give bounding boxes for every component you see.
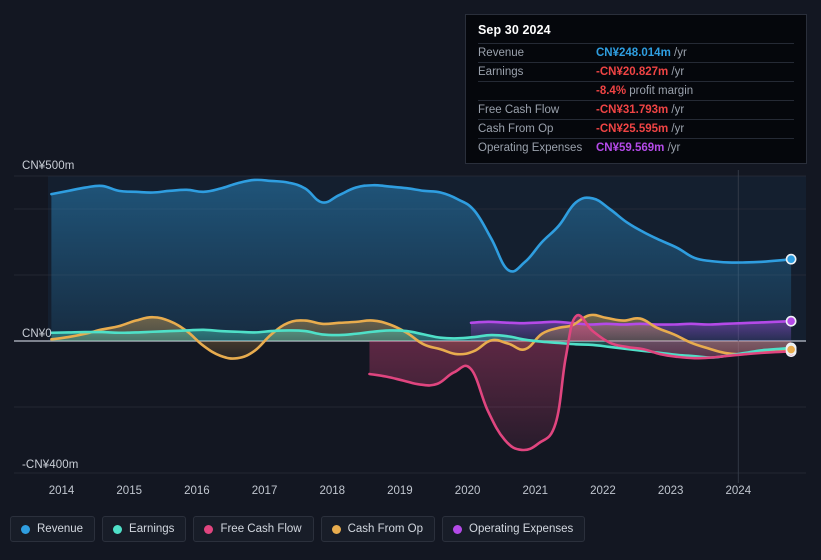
- tooltip-row-unit: /yr: [664, 142, 681, 154]
- endpoint-marker-operating-expenses[interactable]: [785, 315, 797, 327]
- legend-item-cash-from-op[interactable]: Cash From Op: [320, 516, 436, 542]
- legend-item-label: Earnings: [129, 523, 175, 535]
- tooltip-row: -8.4% profit margin: [478, 81, 794, 100]
- x-axis: 2014 2015 2016 2017 2018 2019 2020 2021 2022 2023…: [0, 485, 821, 505]
- legend-item-earnings[interactable]: Earnings: [102, 516, 187, 542]
- y-axis-label-zero: CN¥0: [22, 328, 52, 340]
- tooltip-row-number: -CN¥20.827m: [596, 66, 669, 78]
- tooltip-row-label: Free Cash Flow: [478, 104, 560, 116]
- endpoint-marker-cash-from-op[interactable]: [785, 344, 797, 355]
- tooltip-row-value: -8.4% profit margin: [596, 85, 693, 97]
- tooltip-row-value: -CN¥25.595m /yr: [596, 123, 684, 135]
- chart-legend: Revenue Earnings Free Cash Flow Cash From O…: [10, 516, 586, 542]
- endpoint-marker-revenue[interactable]: [785, 253, 797, 265]
- tooltip-row-value: -CN¥20.827m /yr: [596, 66, 684, 78]
- tooltip-row-value: -CN¥31.793m /yr: [596, 104, 684, 116]
- legend-color-dot-icon: [204, 524, 214, 534]
- y-axis-label-min: -CN¥400m: [22, 459, 79, 471]
- legend-item-label: Cash From Op: [347, 523, 424, 535]
- tooltip-date: Sep 30 2024: [478, 23, 551, 37]
- tooltip-row-number: CN¥248.014m: [596, 47, 671, 59]
- x-axis-tick-2019: 2019: [387, 485, 413, 497]
- x-axis-tick-2014: 2014: [48, 485, 75, 497]
- legend-item-label: Free Cash Flow: [220, 523, 302, 535]
- x-axis-tick-2016: 2016: [184, 485, 210, 497]
- chart-page: CN¥500m CN¥0 -CN¥400m 2014 2015 2016 2017 20…: [0, 0, 821, 560]
- x-axis-tick-2018: 2018: [319, 485, 346, 497]
- data-tooltip: Sep 30 2024 Revenue CN¥248.014m /yr Earnin…: [465, 14, 807, 164]
- x-axis-tick-2022: 2022: [590, 485, 616, 497]
- tooltip-row-unit: /yr: [668, 123, 685, 135]
- legend-color-dot-icon: [21, 524, 30, 534]
- x-axis-tick-2021: 2021: [522, 485, 549, 497]
- legend-item-operating-expenses[interactable]: Operating Expenses: [442, 516, 586, 542]
- tooltip-row-number: -CN¥31.793m: [596, 104, 669, 116]
- x-axis-tick-2017: 2017: [251, 485, 278, 497]
- tooltip-row: Operating Expenses CN¥59.569m /yr: [478, 138, 794, 157]
- tooltip-row-label: Revenue: [478, 47, 525, 59]
- tooltip-row: Cash From Op -CN¥25.595m /yr: [478, 119, 794, 138]
- tooltip-row-label: Earnings: [478, 66, 524, 78]
- x-axis-tick-2024: 2024: [725, 485, 752, 497]
- tooltip-row: Free Cash Flow -CN¥31.793m /yr: [478, 100, 794, 119]
- tooltip-row-label: Operating Expenses: [478, 142, 583, 154]
- tooltip-row-unit: profit margin: [626, 85, 694, 97]
- x-axis-tick-2015: 2015: [116, 485, 142, 497]
- tooltip-row-value: CN¥248.014m /yr: [596, 47, 687, 59]
- legend-color-dot-icon: [331, 524, 341, 534]
- x-axis-tick-2023: 2023: [657, 485, 684, 497]
- tooltip-rows: Revenue CN¥248.014m /yr Earnings -CN¥20.827…: [478, 43, 794, 157]
- tooltip-row-unit: /yr: [668, 104, 685, 116]
- tooltip-row-label: Cash From Op: [478, 123, 554, 135]
- tooltip-row: Earnings -CN¥20.827m /yr: [478, 62, 794, 81]
- x-axis-tick-2020: 2020: [454, 485, 481, 497]
- tooltip-row-number: CN¥59.569m: [596, 142, 665, 154]
- tooltip-row-number: -CN¥25.595m: [596, 123, 669, 135]
- tooltip-row-number: -8.4%: [596, 85, 627, 97]
- legend-item-label: Operating Expenses: [469, 523, 574, 535]
- tooltip-row-value: CN¥59.569m /yr: [596, 142, 680, 154]
- tooltip-row-unit: /yr: [670, 47, 687, 59]
- legend-item-revenue[interactable]: Revenue: [10, 516, 96, 542]
- tooltip-row: Revenue CN¥248.014m /yr: [478, 43, 794, 62]
- legend-item-label: Revenue: [37, 523, 84, 535]
- y-axis-label-max: CN¥500m: [22, 160, 75, 172]
- tooltip-row-unit: /yr: [668, 66, 685, 78]
- legend-color-dot-icon: [453, 524, 463, 534]
- legend-color-dot-icon: [113, 524, 123, 534]
- legend-item-free-cash-flow[interactable]: Free Cash Flow: [193, 516, 314, 542]
